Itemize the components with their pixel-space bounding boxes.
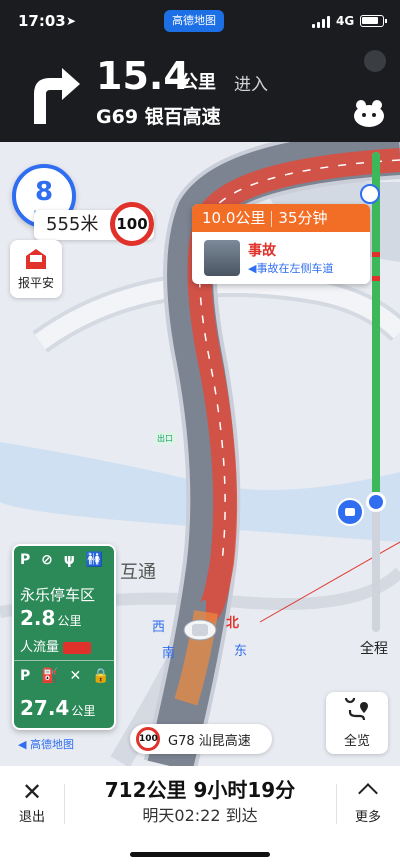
location-arrow-icon: ➤	[66, 14, 77, 28]
status-bar: 17:03 ➤ 高德地图 4G	[0, 0, 400, 44]
incident-header: 10.0公里 35分钟	[192, 204, 370, 232]
current-road-name: G78 汕昆高速	[168, 734, 251, 749]
route-progress-bar	[372, 152, 380, 632]
navigation-map[interactable]: 8 km/h 555米 100 报平安 10.0公里35分钟 事故 ◀事故在左侧…	[0, 142, 400, 766]
speed-limit-sign: 100	[110, 202, 154, 246]
chevron-up-icon	[358, 783, 378, 803]
turn-right-arrow-icon	[34, 68, 80, 124]
report-safe-button[interactable]: 报平安	[10, 240, 62, 298]
trip-remaining: 712公里 9小时19分	[104, 778, 296, 802]
maneuver-distance: 15.4	[96, 54, 190, 98]
direction-south: 南	[162, 646, 176, 661]
direction-north: 北	[226, 616, 240, 631]
direction-west: 西	[152, 620, 166, 635]
crowd-level: 人流量	[20, 636, 92, 655]
close-icon: ✕	[21, 778, 43, 806]
app-badge[interactable]: 高德地图	[164, 10, 224, 32]
service-area-distance: 2.8 公里	[20, 606, 82, 630]
brand-logo: ◀ 高德地图	[18, 738, 74, 751]
next-service-distance: 27.4 公里	[20, 696, 96, 720]
more-button[interactable]: 更多	[348, 778, 388, 828]
current-road-chip: 100 G78 汕昆高速	[130, 724, 272, 754]
report-safe-label: 报平安	[17, 276, 54, 290]
message-icon[interactable]	[336, 498, 364, 526]
arrival-time: 明天02:22 到达	[142, 806, 258, 825]
direction-east: 东	[234, 644, 248, 659]
maneuver-action: 进入	[234, 75, 268, 95]
exit-label: 退出	[18, 810, 45, 825]
service-area-card[interactable]: P ⊘ ψ 🚻 永乐停车区 2.8 公里 人流量 P ⛽ ✕ 🔒 27.4 公里	[12, 544, 116, 730]
exit-navigation-button[interactable]: ✕ 退出	[14, 778, 50, 828]
trip-bottom-bar: ✕ 退出 712公里 9小时19分 明天02:22 到达 更多	[0, 766, 400, 866]
more-label: 更多	[354, 810, 381, 825]
incident-duration: 35分钟	[278, 209, 328, 227]
exit-label: 出口	[154, 432, 176, 445]
incident-card[interactable]: 10.0公里 35分钟 事故 ◀事故在左侧车道	[192, 204, 370, 284]
facility-icons-next: P ⛽ ✕ 🔒	[20, 668, 113, 684]
current-speed-value: 8	[34, 177, 54, 207]
status-time: 17:03	[18, 12, 66, 30]
next-road-name: G69 银百高速	[96, 106, 221, 128]
overview-label: 全览	[343, 734, 370, 749]
incident-title: 事故	[248, 243, 276, 259]
maneuver-unit: 公里	[180, 72, 216, 93]
overview-button[interactable]: 全览	[326, 692, 388, 754]
current-position-icon	[366, 492, 386, 512]
home-indicator[interactable]	[130, 852, 270, 857]
full-route-label[interactable]: 全程	[352, 638, 396, 658]
vehicle-marker	[183, 619, 217, 641]
route-overview-icon	[344, 698, 368, 721]
map-poi-interchange: 互通	[120, 562, 156, 583]
battery-icon	[360, 15, 387, 27]
road-speed-limit: 100	[136, 727, 160, 751]
service-area-name: 永乐停车区	[20, 586, 96, 604]
turn-guidance-panel: 15.4 公里 进入 G69 银百高速	[0, 44, 400, 142]
assistant-avatar-icon[interactable]	[352, 98, 386, 128]
congestion-marker	[372, 252, 380, 257]
incident-distance: 10.0公里	[202, 209, 266, 227]
route-pin-icon	[360, 184, 380, 204]
divider	[336, 784, 337, 824]
card-divider	[14, 660, 114, 661]
facility-icons: P ⊘ ψ 🚻	[20, 552, 107, 568]
incident-description: ◀事故在左侧车道	[248, 262, 334, 275]
network-type: 4G	[336, 14, 355, 28]
crowd-level-indicator	[63, 641, 92, 654]
congestion-marker	[372, 276, 380, 281]
voice-icon[interactable]	[364, 50, 386, 72]
envelope-icon	[26, 249, 46, 269]
incident-photo	[204, 240, 240, 276]
signal-icon	[312, 16, 330, 28]
